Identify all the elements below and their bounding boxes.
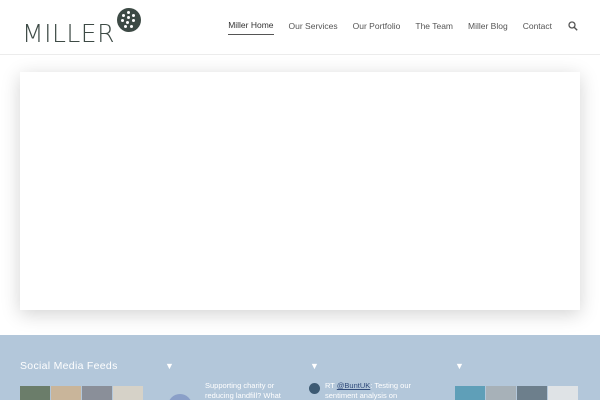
nav-item-our-services[interactable]: Our Services: [289, 21, 338, 35]
hero-slider: [20, 72, 580, 310]
nav-item-miller-blog[interactable]: Miller Blog: [468, 21, 508, 35]
feed-thumbnail[interactable]: [20, 386, 50, 400]
instagram-thumbnail[interactable]: [455, 386, 485, 400]
tweet-prefix: RT: [325, 381, 337, 390]
triangle-down-icon[interactable]: ▼: [165, 361, 174, 371]
logo-mark-icon: [116, 8, 141, 32]
nav-item-our-portfolio[interactable]: Our Portfolio: [353, 21, 401, 35]
twitter-icon: [309, 383, 320, 394]
footer-social: Social Media Feeds ▼ ▼ ▼ Supporting char…: [0, 335, 600, 400]
feed-thumbnail[interactable]: [82, 386, 112, 400]
nav-item-the-team[interactable]: The Team: [415, 21, 453, 35]
nav-item-miller-home[interactable]: Miller Home: [228, 20, 274, 35]
logo-text: MILLER: [22, 19, 115, 48]
instagram-thumbnail[interactable]: [548, 386, 578, 400]
logo[interactable]: MILLER: [22, 8, 141, 54]
tweet-text: RT @BuntUK: Testing our sentiment analys…: [325, 381, 435, 400]
search-icon[interactable]: [568, 21, 578, 31]
social-media-feeds-title: Social Media Feeds: [20, 360, 118, 372]
triangle-down-icon[interactable]: ▼: [310, 361, 319, 371]
instagram-thumbnails: [455, 386, 579, 400]
feed-thumbnails: [20, 386, 144, 400]
triangle-down-icon[interactable]: ▼: [455, 361, 464, 371]
facebook-post-text: Supporting charity or reducing landfill?…: [205, 381, 281, 400]
site-header: MILLER Miller Home Our Services Our Port…: [0, 0, 600, 55]
nav-item-contact[interactable]: Contact: [523, 21, 552, 35]
feed-thumbnail[interactable]: [113, 386, 143, 400]
tweet-handle-link[interactable]: @BuntUK: [337, 381, 370, 390]
feed-thumbnail[interactable]: [51, 386, 81, 400]
instagram-thumbnail[interactable]: [486, 386, 516, 400]
main-nav: Miller Home Our Services Our Portfolio T…: [213, 20, 578, 35]
instagram-thumbnail[interactable]: [517, 386, 547, 400]
avatar: [168, 394, 192, 400]
